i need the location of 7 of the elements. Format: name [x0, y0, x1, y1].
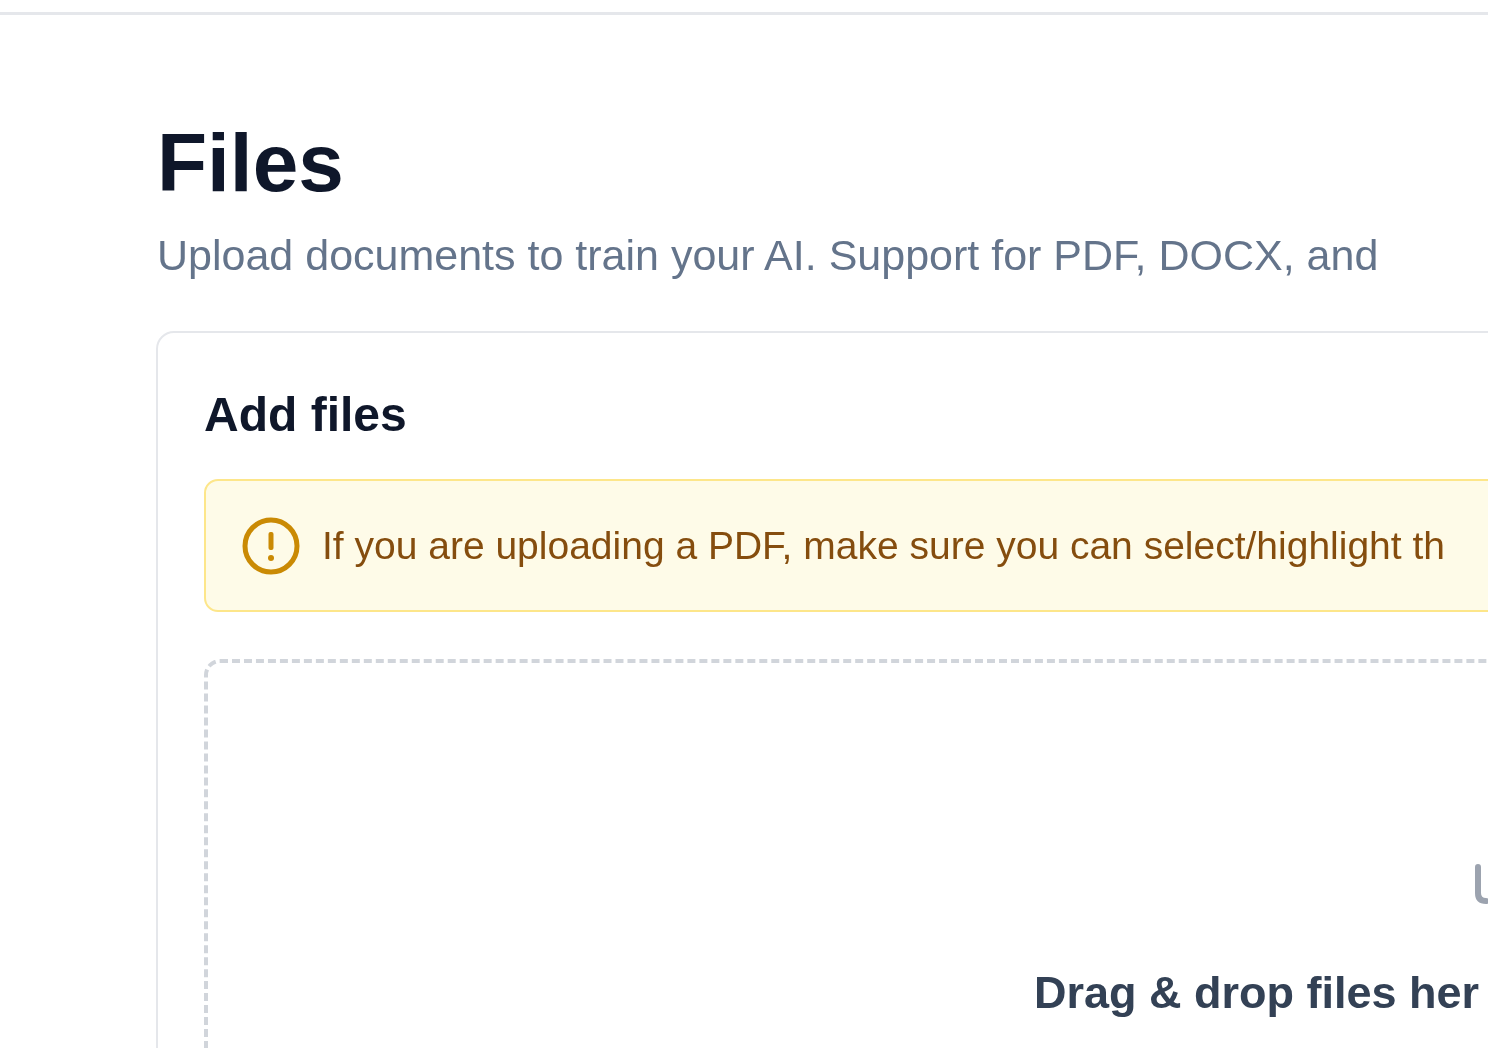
- file-dropzone[interactable]: Drag & drop files her: [204, 659, 1488, 1048]
- dropzone-text: Drag & drop files her: [1033, 967, 1481, 1019]
- warning-icon: [242, 516, 300, 575]
- card-title: Add files: [204, 387, 408, 443]
- alert-text: If you are uploading a PDF, make sure you can select/highlight th: [322, 523, 1445, 568]
- page-subtitle: Upload documents to train your AI. Support for PDF, DOCX, and: [157, 230, 1380, 281]
- page-title: Files: [157, 116, 345, 210]
